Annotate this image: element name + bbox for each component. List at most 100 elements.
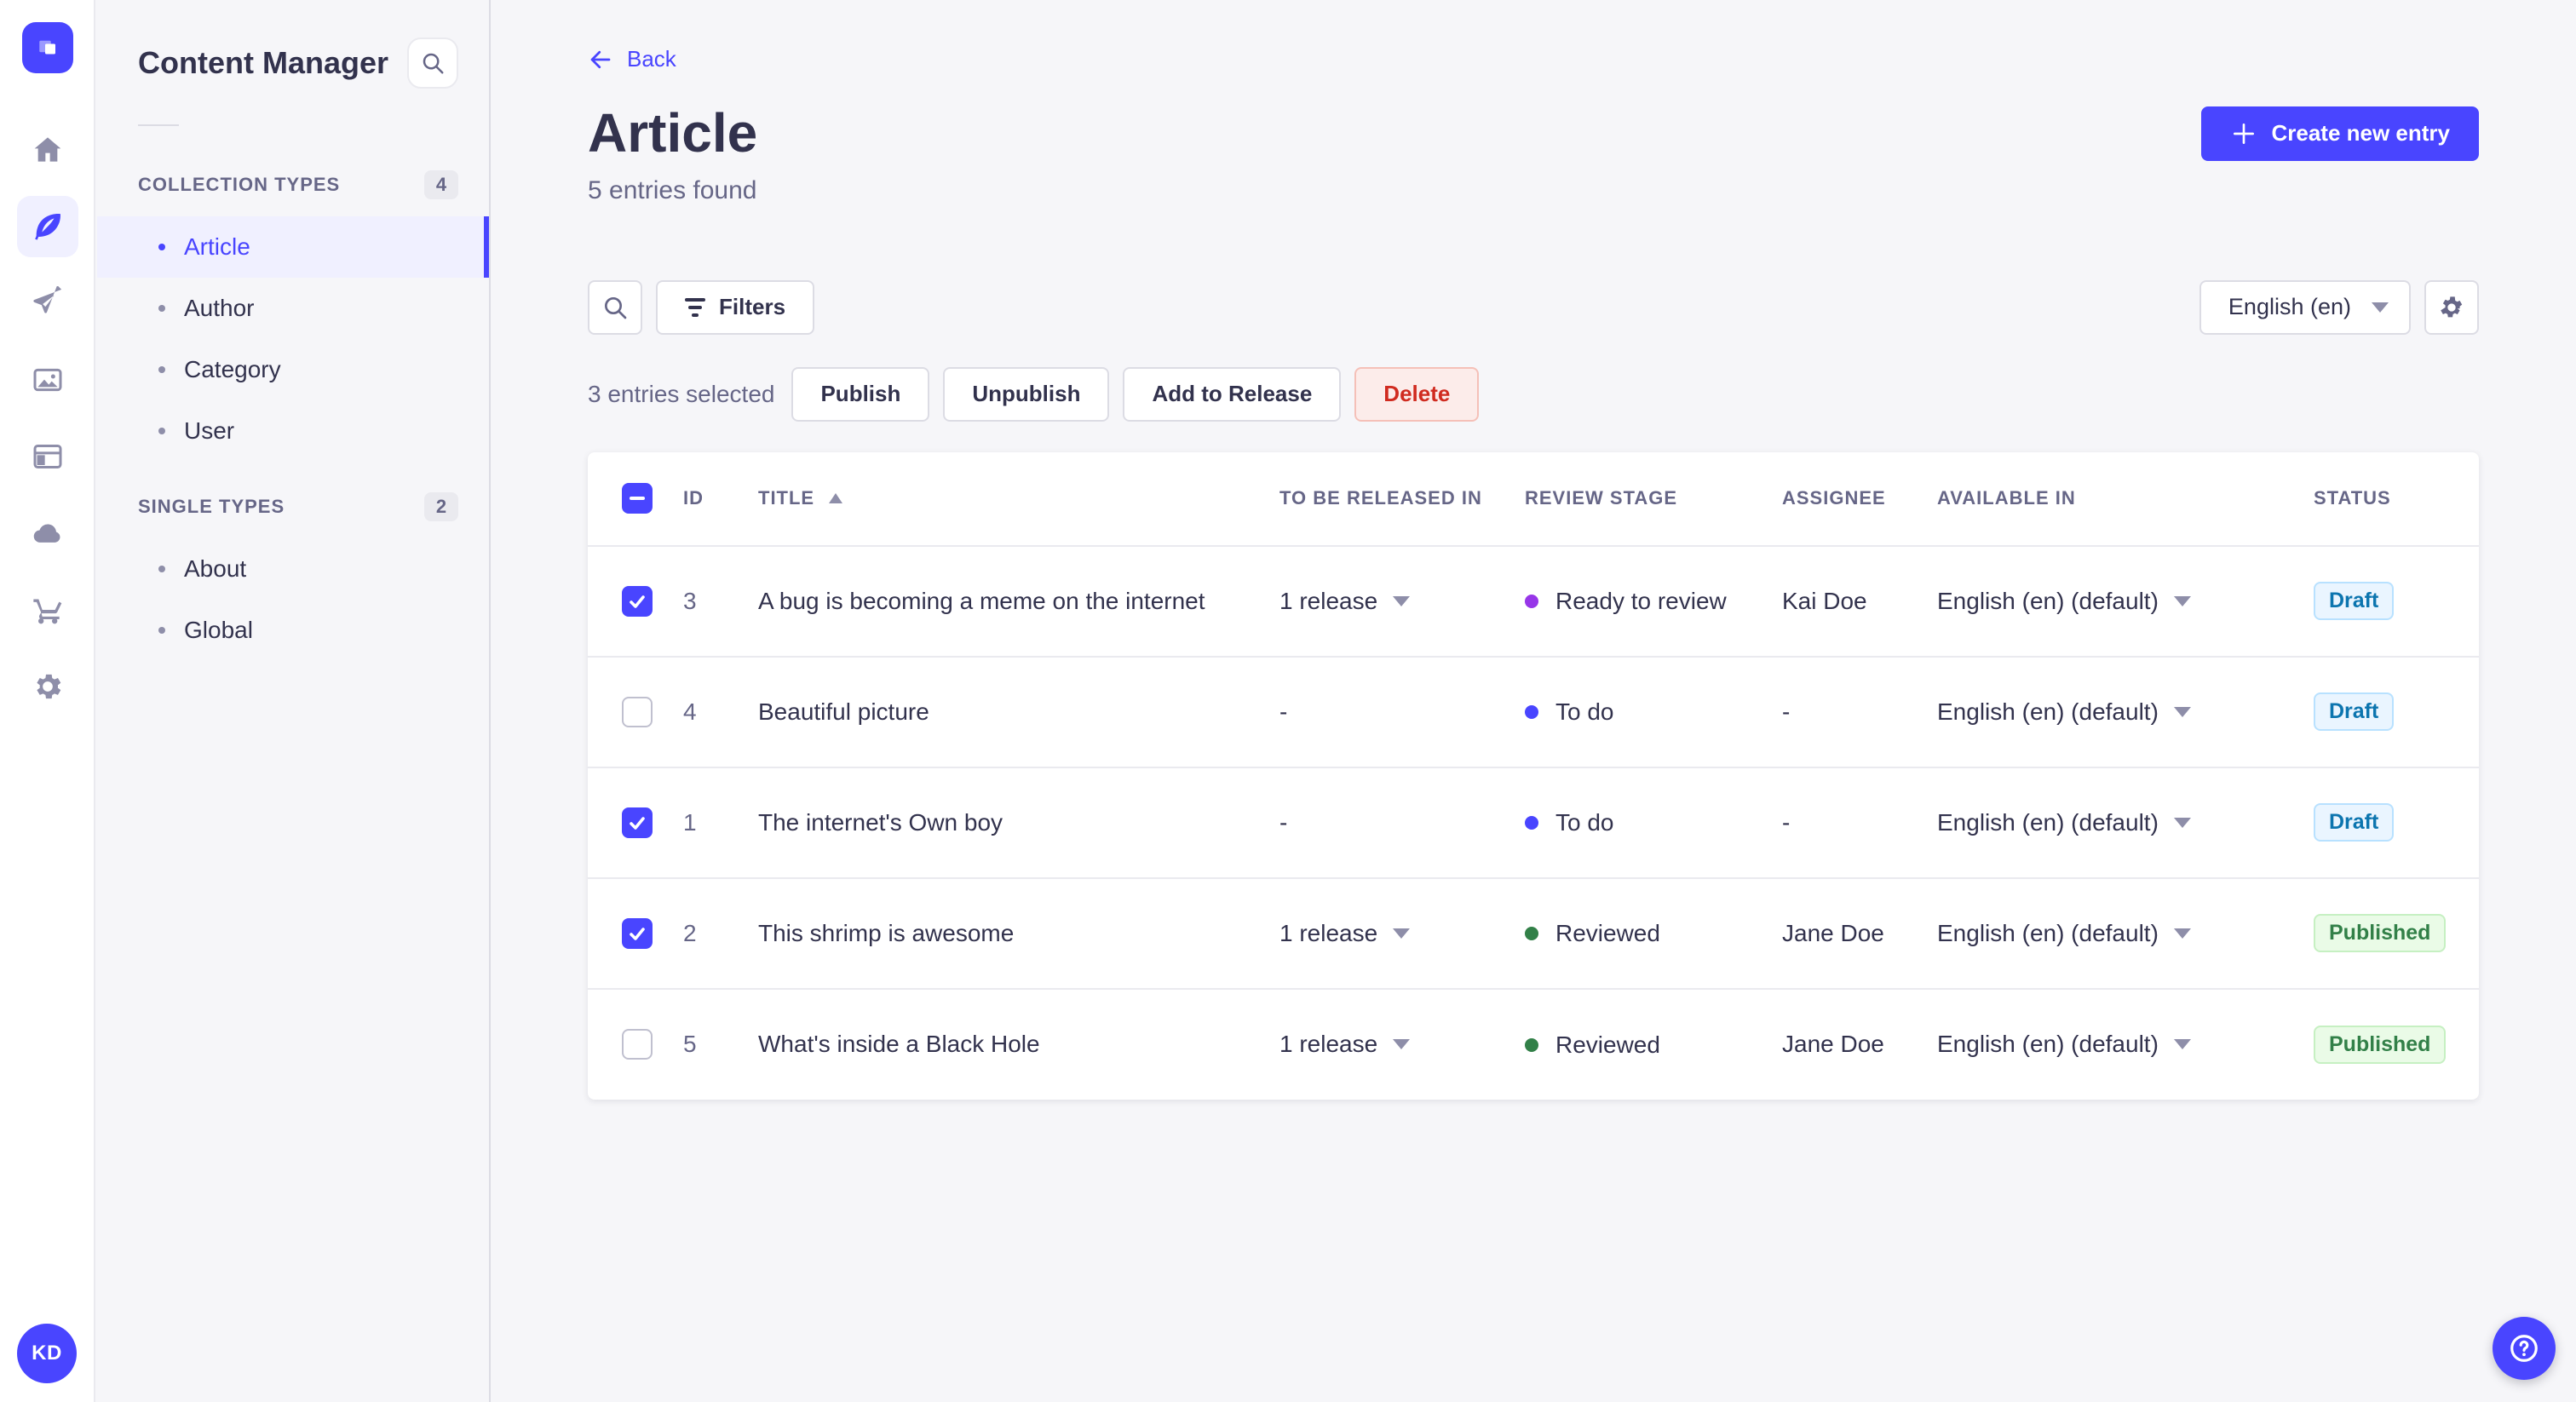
stage-dot-icon	[1525, 816, 1538, 830]
section-label: COLLECTION TYPES	[138, 174, 341, 195]
stage-dot-icon	[1525, 927, 1538, 941]
table-row[interactable]: 5 What's inside a Black Hole 1 release Revi…	[588, 988, 2479, 1100]
stage-dot-icon	[1525, 1037, 1538, 1052]
status-badge: Published	[2314, 1025, 2447, 1064]
column-header-title[interactable]: TITLE	[758, 452, 1279, 546]
sidebar-item-label: About	[184, 555, 247, 582]
chevron-down-icon	[2173, 928, 2191, 939]
stage-label: Reviewed	[1555, 1031, 1660, 1058]
table-row[interactable]: 2 This shrimp is awesome 1 release Reviewed…	[588, 877, 2479, 989]
cell-release-dropdown[interactable]: 1 release	[1279, 588, 1411, 615]
row-checkbox[interactable]	[622, 917, 653, 949]
sidebar-item-label: User	[184, 417, 235, 444]
check-icon	[630, 928, 645, 940]
table-row[interactable]: 4 Beautiful picture - To do - English (en) (d…	[588, 656, 2479, 767]
cart-icon	[31, 593, 65, 627]
bullet-icon	[158, 244, 165, 250]
check-icon	[630, 817, 645, 830]
view-settings-button[interactable]	[2424, 279, 2479, 335]
cell-locale-dropdown[interactable]: English (en) (default)	[1937, 1031, 2191, 1058]
avatar[interactable]: KD	[17, 1324, 77, 1383]
cell-locale-dropdown[interactable]: English (en) (default)	[1937, 920, 2191, 947]
selection-count: 3 entries selected	[588, 380, 775, 407]
cell-locale-dropdown[interactable]: English (en) (default)	[1937, 809, 2191, 836]
column-header-to-be-released-in: TO BE RELEASED IN	[1279, 487, 1482, 509]
rail-item-layout[interactable]	[17, 426, 78, 487]
cell-review-stage: To do	[1525, 809, 1614, 836]
create-new-entry-button[interactable]: Create new entry	[2201, 106, 2479, 161]
table-row[interactable]: 1 The internet's Own boy - To do - English (e…	[588, 767, 2479, 878]
column-header-assignee: ASSIGNEE	[1782, 487, 1886, 509]
row-checkbox[interactable]	[622, 807, 653, 838]
entries-table: ID TITLE TO BE RELEASED IN REVIEW STAGE ASSI…	[588, 452, 2479, 1100]
sidebar-item-article[interactable]: Article	[97, 216, 489, 278]
back-link[interactable]: Back	[588, 46, 676, 72]
sidebar-section: SINGLE TYPES 2 About Global	[97, 462, 489, 661]
bullet-icon	[158, 305, 165, 312]
cell-release-dropdown: -	[1279, 809, 1287, 836]
cell-id: 3	[683, 587, 697, 614]
sidebar-item-global[interactable]: Global	[97, 600, 489, 661]
add-to-release-button[interactable]: Add to Release	[1123, 366, 1342, 422]
sidebar-item-about[interactable]: About	[97, 538, 489, 600]
strapi-logo[interactable]	[22, 22, 73, 73]
column-header-id: ID	[683, 487, 704, 509]
chevron-down-icon	[2173, 595, 2191, 606]
content-manager-sidebar: Content Manager COLLECTION TYPES 4 Article…	[97, 0, 491, 1402]
main-nav-rail: KD	[0, 0, 95, 1402]
locale-select[interactable]: English (en)	[2199, 279, 2411, 335]
cell-assignee: Jane Doe	[1782, 919, 1884, 946]
sidebar-item-label: Global	[184, 617, 253, 643]
cell-release-dropdown[interactable]: 1 release	[1279, 1031, 1411, 1058]
unpublish-button[interactable]: Unpublish	[943, 366, 1110, 422]
delete-button[interactable]: Delete	[1354, 366, 1480, 422]
chevron-down-icon	[2173, 1039, 2191, 1050]
stage-dot-icon	[1525, 705, 1538, 720]
filters-button[interactable]: Filters	[656, 279, 815, 335]
cell-review-stage: Reviewed	[1525, 920, 1660, 947]
cell-review-stage: To do	[1525, 698, 1614, 726]
sidebar-item-author[interactable]: Author	[97, 278, 489, 339]
chevron-down-icon	[2173, 706, 2191, 717]
cell-assignee: Kai Doe	[1782, 587, 1867, 614]
send-icon	[31, 286, 65, 320]
row-checkbox[interactable]	[622, 1029, 653, 1060]
status-badge: Published	[2314, 914, 2447, 953]
cell-locale-dropdown[interactable]: English (en) (default)	[1937, 698, 2191, 726]
rail-item-gear[interactable]	[17, 656, 78, 717]
section-label: SINGLE TYPES	[138, 496, 285, 517]
cloud-icon	[31, 516, 65, 550]
publish-button[interactable]: Publish	[791, 366, 930, 422]
table-row[interactable]: 3 A bug is becoming a meme on the interne…	[588, 545, 2479, 657]
status-badge: Draft	[2314, 582, 2395, 621]
row-checkbox[interactable]	[622, 696, 653, 727]
filter-icon	[685, 297, 705, 317]
row-checkbox[interactable]	[622, 585, 653, 617]
column-header-status: STATUS	[2314, 487, 2391, 509]
home-icon	[31, 133, 65, 167]
sidebar-item-user[interactable]: User	[97, 400, 489, 462]
rail-item-cart[interactable]	[17, 579, 78, 641]
stage-dot-icon	[1525, 595, 1538, 609]
cell-locale-dropdown[interactable]: English (en) (default)	[1937, 588, 2191, 615]
status-badge: Draft	[2314, 692, 2395, 732]
rail-item-cloud[interactable]	[17, 503, 78, 564]
chevron-down-icon	[2173, 817, 2191, 828]
arrow-left-icon	[590, 50, 611, 68]
rail-item-media[interactable]	[17, 349, 78, 411]
locale-value: English (en) (default)	[1937, 587, 2159, 614]
search-button[interactable]	[588, 279, 642, 335]
rail-item-feather[interactable]	[17, 196, 78, 257]
main-content: Back Article 5 entries found Create new …	[492, 0, 2576, 1402]
chevron-down-icon	[1393, 1039, 1411, 1050]
sidebar-search-button[interactable]	[407, 37, 458, 89]
cell-title: The internet's Own boy	[758, 808, 1003, 836]
rail-item-home[interactable]	[17, 119, 78, 181]
select-all-checkbox[interactable]	[622, 483, 653, 514]
rail-item-send[interactable]	[17, 273, 78, 334]
help-button[interactable]	[2493, 1317, 2556, 1380]
locale-value: English (en) (default)	[1937, 1031, 2159, 1058]
sidebar-item-category[interactable]: Category	[97, 339, 489, 400]
cell-id: 1	[683, 808, 697, 836]
cell-release-dropdown[interactable]: 1 release	[1279, 920, 1411, 947]
